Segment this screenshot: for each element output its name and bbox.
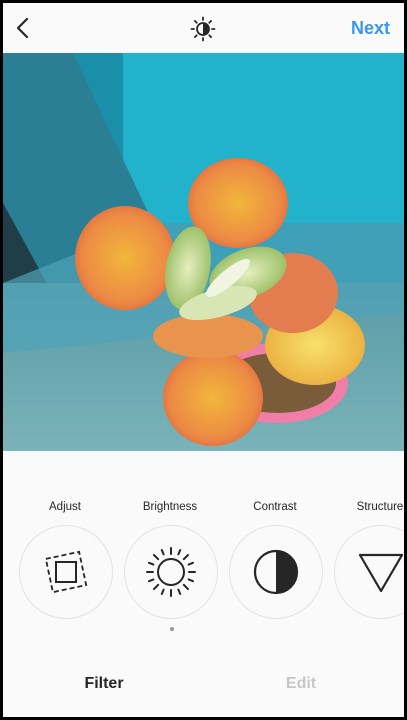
contrast-button[interactable]: [229, 525, 323, 619]
tool-strip: Adjust Brightness Contrast Structure: [3, 451, 404, 641]
top-bar: Next: [3, 3, 404, 53]
tab-filter[interactable]: Filter: [44, 675, 164, 693]
tool-label: Contrast: [253, 501, 297, 513]
tool-label: Adjust: [49, 501, 81, 513]
chevron-left-icon: [16, 17, 29, 39]
contrast-icon: [253, 549, 299, 595]
photo-preview: [3, 53, 404, 451]
lux-sun-icon: [190, 16, 216, 42]
bottom-tab-bar: Filter Edit: [3, 653, 404, 717]
triangle-icon: [358, 553, 404, 593]
app-frame: Next Adjust Brightness Contrast Structur…: [3, 3, 404, 717]
adjust-icon: [44, 550, 88, 594]
brightness-button[interactable]: [124, 525, 218, 619]
tool-label: Structure: [356, 501, 404, 513]
tab-edit[interactable]: Edit: [241, 675, 361, 693]
succulent-photo: [3, 53, 404, 451]
lux-button[interactable]: [190, 16, 216, 42]
selected-tool-indicator: [170, 627, 174, 631]
back-button[interactable]: [11, 15, 37, 41]
tool-label: Brightness: [142, 501, 198, 513]
adjust-button[interactable]: [19, 525, 113, 619]
structure-button[interactable]: [334, 525, 404, 619]
sun-icon: [146, 547, 196, 597]
next-button[interactable]: Next: [351, 18, 390, 39]
